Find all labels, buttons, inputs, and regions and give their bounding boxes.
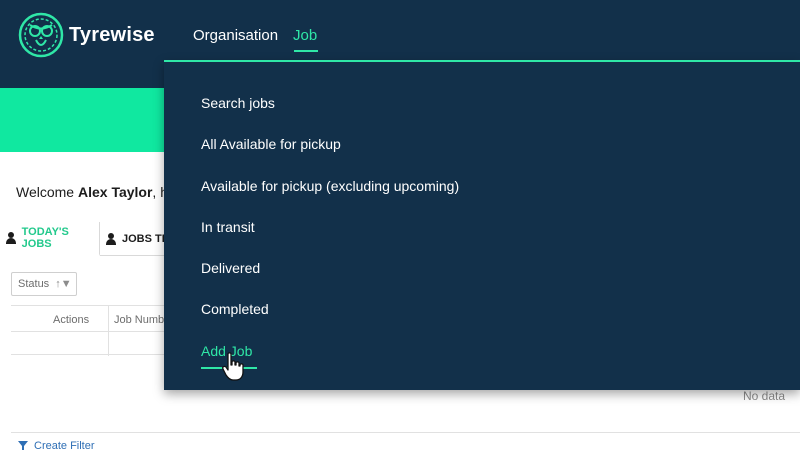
divider — [11, 432, 800, 433]
nav-active-indicator — [294, 50, 318, 52]
filter-funnel-icon — [18, 441, 28, 450]
column-header-actions[interactable]: Actions — [53, 314, 89, 326]
welcome-prefix: Welcome — [16, 184, 75, 200]
menu-item-completed[interactable]: Completed — [201, 301, 269, 317]
column-header-job-number[interactable]: Job Numbe — [114, 314, 170, 326]
empty-table-message: No data — [743, 389, 786, 403]
nav-job[interactable]: Job — [293, 27, 317, 44]
status-filter-label: Status — [18, 278, 50, 290]
menu-item-all-available-for-pickup[interactable]: All Available for pickup — [201, 136, 341, 152]
create-filter-label: Create Filter — [34, 440, 95, 450]
brand-name[interactable]: Tyrewise — [69, 24, 155, 47]
sort-filter-icon: ↑▼ — [55, 278, 72, 290]
user-icon — [6, 232, 16, 244]
column-divider — [108, 306, 109, 356]
status-filter-button[interactable]: Status ↑▼ — [11, 272, 77, 296]
tab-jobs-other-label: JOBS TI — [122, 233, 165, 245]
welcome-user-name: Alex Taylor — [77, 184, 153, 200]
tab-todays-jobs[interactable]: TODAY'S JOBS — [0, 222, 100, 256]
menu-item-in-transit[interactable]: In transit — [201, 219, 255, 235]
user-icon — [106, 233, 116, 245]
menu-item-delivered[interactable]: Delivered — [201, 260, 260, 276]
job-dropdown-menu: Search jobs All Available for pickup Ava… — [164, 60, 800, 390]
nav-organisation[interactable]: Organisation — [193, 27, 278, 44]
create-filter-link[interactable]: Create Filter — [18, 440, 95, 450]
tab-jobs-other[interactable]: JOBS TI — [100, 222, 170, 256]
tab-todays-jobs-label: TODAY'S JOBS — [21, 226, 69, 250]
welcome-message: Welcome Alex Taylor, he — [16, 184, 176, 200]
hand-pointer-cursor-icon — [222, 352, 244, 381]
owl-logo-icon[interactable] — [18, 12, 64, 58]
menu-item-search-jobs[interactable]: Search jobs — [201, 95, 275, 111]
menu-item-available-for-pickup-excluding-upcoming[interactable]: Available for pickup (excluding upcoming… — [201, 178, 459, 194]
